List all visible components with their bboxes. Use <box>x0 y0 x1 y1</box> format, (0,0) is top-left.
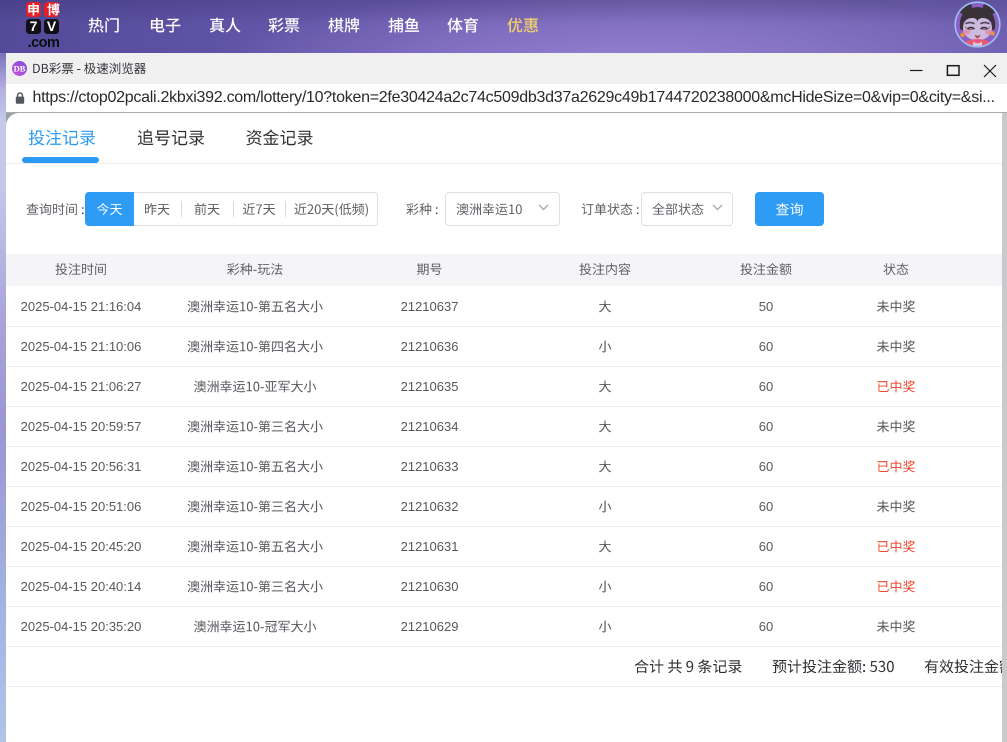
svg-text:DB: DB <box>14 64 26 74</box>
